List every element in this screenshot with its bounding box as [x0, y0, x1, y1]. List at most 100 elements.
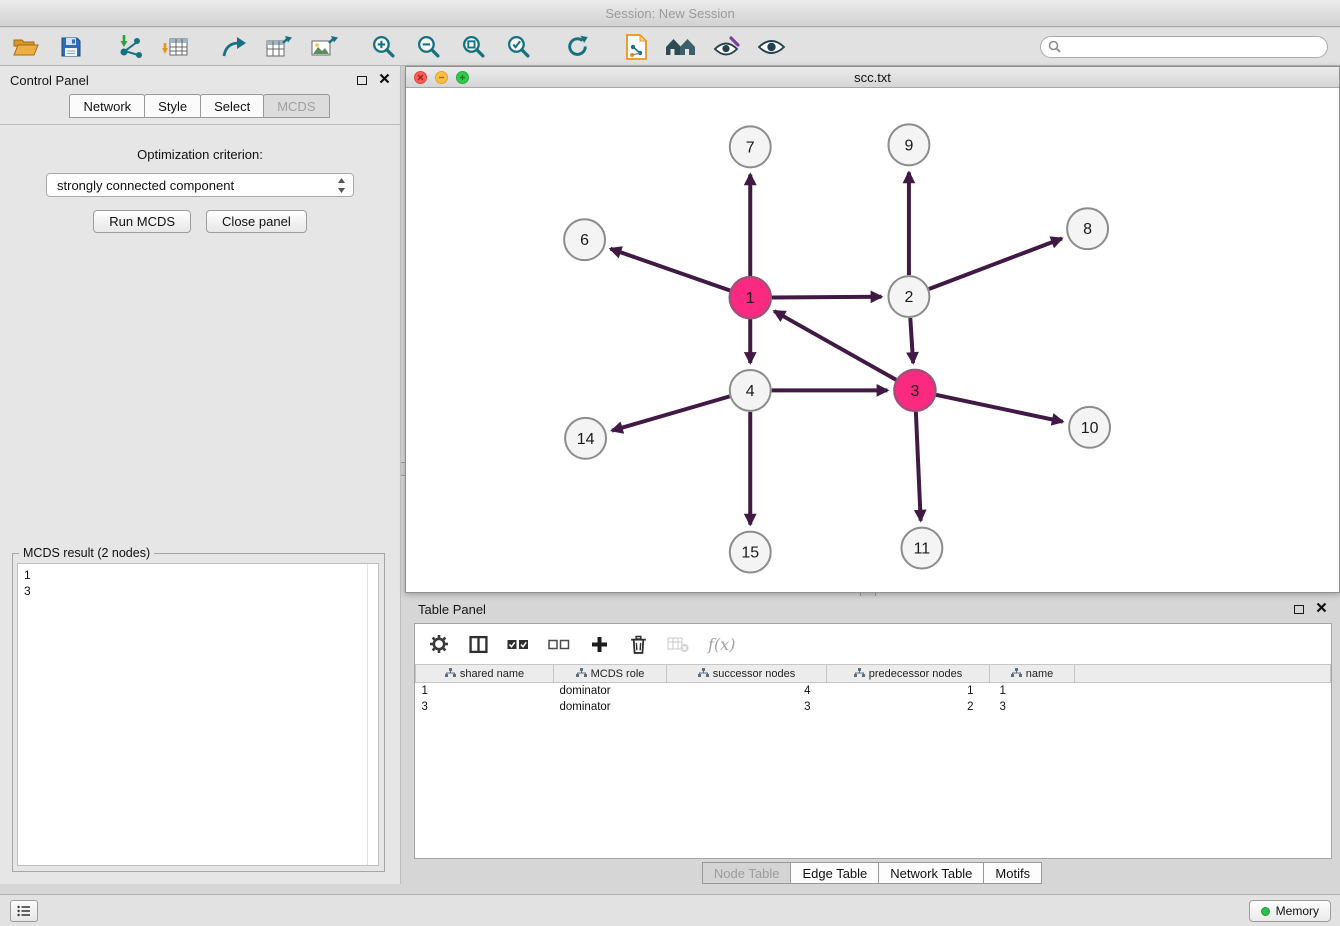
window-title: Session: New Session — [0, 0, 1340, 27]
network-graph[interactable]: 7 9 6 8 1 2 4 3 14 10 15 11 — [406, 89, 1339, 592]
table-cell[interactable]: 1 — [827, 683, 990, 699]
svg-text:11: 11 — [914, 541, 931, 558]
table-settings-gear-icon[interactable] — [429, 632, 449, 656]
memory-status-icon — [1261, 907, 1270, 916]
table-cell[interactable]: 2 — [827, 699, 990, 715]
column-header-shared-name[interactable]: shared name — [416, 665, 554, 683]
open-folder-icon[interactable] — [10, 31, 42, 63]
refresh-icon[interactable] — [561, 31, 593, 63]
annotation-style-icon[interactable] — [710, 31, 742, 63]
node-8[interactable]: 8 — [1067, 208, 1108, 249]
table-tab-network-table[interactable]: Network Table — [878, 862, 984, 884]
criterion-dropdown[interactable]: strongly connected component — [46, 173, 354, 197]
mcds-result-title: MCDS result (2 nodes) — [19, 546, 154, 560]
deselect-all-checkboxes-icon[interactable] — [548, 632, 570, 656]
node-11[interactable]: 11 — [901, 528, 942, 569]
edge-1-6[interactable] — [610, 249, 730, 291]
table-cell[interactable]: 1 — [416, 683, 554, 699]
table-row[interactable]: 3dominator323 — [416, 699, 1331, 715]
node-2[interactable]: 2 — [888, 276, 929, 317]
node-3[interactable]: 3 — [894, 370, 935, 411]
close-window-icon[interactable] — [414, 71, 427, 84]
export-network-icon[interactable] — [218, 31, 250, 63]
table-panel-header: Table Panel — [405, 597, 1340, 621]
import-table-icon[interactable] — [159, 31, 191, 63]
table-cell-filler — [1075, 699, 1331, 715]
toolbar-search — [1040, 36, 1328, 58]
edge-2-8[interactable] — [929, 238, 1062, 288]
svg-text:7: 7 — [746, 139, 755, 156]
tab-network[interactable]: Network — [69, 94, 145, 118]
node-14[interactable]: 14 — [565, 418, 606, 459]
edge-3-1[interactable] — [774, 311, 896, 380]
control-panel-title: Control Panel — [10, 73, 89, 88]
show-columns-icon[interactable] — [468, 632, 488, 656]
table-tab-node-table[interactable]: Node Table — [702, 862, 792, 884]
result-scrollbar-track[interactable] — [367, 564, 368, 865]
network-canvas[interactable]: 7 9 6 8 1 2 4 3 14 10 15 11 — [406, 89, 1339, 592]
maximize-window-icon[interactable] — [456, 71, 469, 84]
eye-icon[interactable] — [755, 31, 787, 63]
close-table-panel-icon[interactable] — [1316, 600, 1327, 618]
minimize-window-icon[interactable] — [435, 71, 448, 84]
export-image-icon[interactable] — [308, 31, 340, 63]
edge-3-10[interactable] — [936, 395, 1063, 422]
edge-2-3[interactable] — [910, 318, 913, 363]
svg-text:14: 14 — [577, 431, 595, 448]
table-row[interactable]: 1dominator411 — [416, 683, 1331, 699]
table-cell[interactable]: 1 — [990, 683, 1075, 699]
table-cell[interactable]: dominator — [554, 683, 667, 699]
table-tab-motifs[interactable]: Motifs — [983, 862, 1042, 884]
network-window-titlebar[interactable]: scc.txt — [406, 67, 1339, 88]
mcds-result-item[interactable]: 1 — [24, 567, 372, 583]
traffic-lights — [414, 71, 469, 84]
table-cell[interactable]: 4 — [667, 683, 827, 699]
search-input[interactable] — [1040, 36, 1328, 58]
column-header-predecessor-nodes[interactable]: predecessor nodes — [827, 665, 990, 683]
zoom-tool-group — [367, 31, 534, 63]
float-table-panel-icon[interactable] — [1294, 605, 1304, 614]
edge-4-14[interactable] — [612, 396, 730, 430]
zoom-out-icon[interactable] — [412, 31, 444, 63]
add-column-icon[interactable] — [589, 632, 609, 656]
export-table-icon[interactable] — [263, 31, 295, 63]
memory-button[interactable]: Memory — [1249, 900, 1331, 922]
mcds-result-item[interactable]: 3 — [24, 583, 372, 599]
node-10[interactable]: 10 — [1069, 407, 1110, 448]
delete-column-trash-icon[interactable] — [628, 632, 648, 656]
first-neighbors-icon[interactable] — [665, 31, 697, 63]
edge-1-2[interactable] — [772, 297, 882, 298]
tab-mcds[interactable]: MCDS — [263, 94, 329, 118]
zoom-in-icon[interactable] — [367, 31, 399, 63]
node-7[interactable]: 7 — [730, 126, 771, 167]
node-15[interactable]: 15 — [730, 532, 771, 573]
column-header-MCDS-role[interactable]: MCDS role — [554, 665, 667, 683]
table-cell[interactable]: 3 — [416, 699, 554, 715]
mcds-result-list[interactable]: 13 — [17, 563, 379, 866]
zoom-fit-icon[interactable] — [457, 31, 489, 63]
float-panel-icon[interactable] — [357, 76, 367, 85]
node-6[interactable]: 6 — [564, 219, 605, 260]
select-all-checkboxes-icon[interactable] — [507, 632, 529, 656]
close-panel-button[interactable]: Close panel — [206, 210, 307, 233]
table-cell[interactable]: dominator — [554, 699, 667, 715]
tab-select[interactable]: Select — [200, 94, 264, 118]
column-header-successor-nodes[interactable]: successor nodes — [667, 665, 827, 683]
close-panel-icon[interactable] — [379, 71, 390, 89]
network-document-icon[interactable] — [620, 31, 652, 63]
table-tab-edge-table[interactable]: Edge Table — [790, 862, 879, 884]
edge-3-11[interactable] — [916, 412, 921, 521]
node-4[interactable]: 4 — [730, 370, 771, 411]
column-header-name[interactable]: name — [990, 665, 1075, 683]
task-history-button[interactable] — [10, 900, 38, 922]
node-9[interactable]: 9 — [888, 124, 929, 165]
save-session-icon[interactable] — [55, 31, 87, 63]
node-1[interactable]: 1 — [730, 277, 771, 318]
table-cell[interactable]: 3 — [667, 699, 827, 715]
run-mcds-button[interactable]: Run MCDS — [93, 210, 191, 233]
svg-text:4: 4 — [746, 383, 755, 400]
tab-style[interactable]: Style — [144, 94, 201, 118]
zoom-selected-icon[interactable] — [502, 31, 534, 63]
import-network-icon[interactable] — [114, 31, 146, 63]
table-cell[interactable]: 3 — [990, 699, 1075, 715]
